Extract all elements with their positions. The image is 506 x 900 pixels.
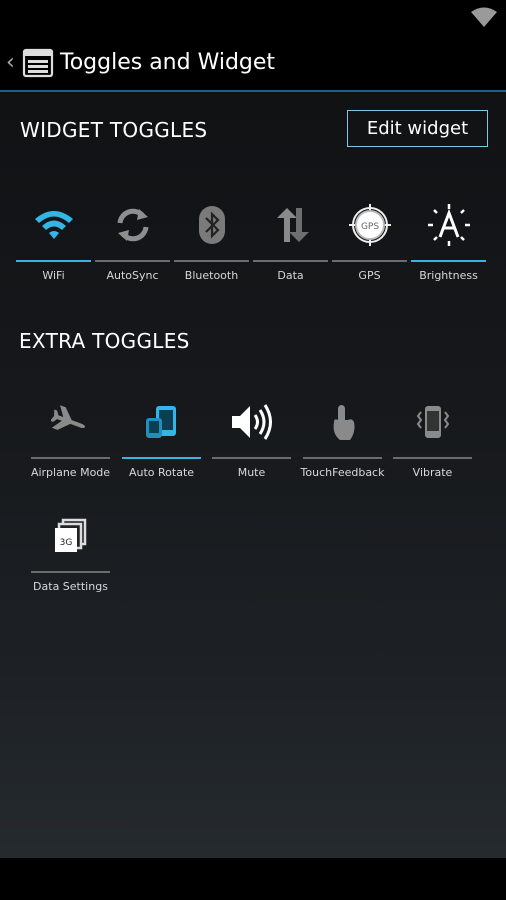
- gps-icon-text: GPS: [360, 222, 378, 232]
- speaker-icon: [212, 400, 291, 444]
- back-chevron-icon[interactable]: ‹: [6, 50, 15, 75]
- toggle-wifi[interactable]: WiFi: [16, 200, 91, 282]
- toggle-label: Auto Rotate: [128, 466, 195, 479]
- wifi-status-icon: [470, 6, 498, 32]
- navigation-bar: [0, 858, 506, 900]
- brightness-icon: [411, 204, 486, 246]
- edit-widget-button[interactable]: Edit widget: [347, 110, 488, 147]
- toggle-label: Data: [277, 269, 304, 282]
- toggle-auto-rotate[interactable]: Auto Rotate: [122, 396, 201, 479]
- toggle-indicator: [212, 457, 291, 459]
- toggle-indicator: [31, 571, 110, 573]
- toggle-gps[interactable]: GPS GPS: [332, 200, 407, 282]
- toggle-brightness[interactable]: Brightness: [411, 200, 486, 282]
- toggle-label: Airplane Mode: [30, 466, 111, 479]
- airplane-icon: [31, 400, 110, 444]
- touch-icon: [303, 400, 382, 444]
- toggle-label: TouchFeedback: [300, 466, 385, 479]
- toggle-bluetooth[interactable]: Bluetooth: [174, 200, 249, 282]
- app-icon[interactable]: [22, 47, 54, 83]
- widget-toggles-heading: WIDGET TOGGLES: [20, 118, 208, 142]
- toggle-label: Bluetooth: [184, 269, 239, 282]
- toggle-label: Mute: [237, 466, 266, 479]
- page-title: Toggles and Widget: [60, 50, 276, 75]
- toggle-indicator: [16, 260, 91, 262]
- toggle-indicator: [393, 457, 472, 459]
- toggle-mute[interactable]: Mute: [212, 396, 291, 479]
- 3g-icon-text: 3G: [59, 538, 72, 548]
- toggle-indicator: [411, 260, 486, 262]
- toggle-indicator: [303, 457, 382, 459]
- toggle-airplane-mode[interactable]: Airplane Mode: [31, 396, 110, 479]
- gps-icon: GPS: [332, 204, 407, 246]
- toggle-label: Vibrate: [412, 466, 453, 479]
- toggle-label: Data Settings: [33, 580, 108, 593]
- bluetooth-icon: [174, 204, 249, 246]
- toggle-indicator: [31, 457, 110, 459]
- data-arrows-icon: [253, 204, 328, 246]
- toggle-indicator: [174, 260, 249, 262]
- main-content: WIDGET TOGGLES Edit widget WiFi AutoSync: [0, 92, 506, 858]
- toggle-autosync[interactable]: AutoSync: [95, 200, 170, 282]
- vibrate-icon: [393, 400, 472, 444]
- toggle-indicator: [332, 260, 407, 262]
- toggle-label: AutoSync: [106, 269, 159, 282]
- data-settings-icon: 3G: [31, 514, 110, 558]
- toggle-data[interactable]: Data: [253, 200, 328, 282]
- toggle-vibrate[interactable]: Vibrate: [393, 396, 472, 479]
- toggle-indicator: [253, 260, 328, 262]
- toggle-touchfeedback[interactable]: TouchFeedback: [301, 396, 384, 479]
- toggle-label: WiFi: [42, 269, 65, 282]
- extra-toggles-heading: EXTRA TOGGLES: [19, 329, 190, 353]
- toggle-label: Brightness: [419, 269, 478, 282]
- toggle-indicator: [122, 457, 201, 459]
- wifi-icon: [16, 204, 91, 246]
- toggle-data-settings[interactable]: 3G Data Settings: [31, 510, 110, 593]
- toggle-indicator: [95, 260, 170, 262]
- sync-icon: [95, 204, 170, 246]
- auto-rotate-icon: [122, 400, 201, 444]
- action-bar: ‹ Toggles and Widget: [0, 38, 506, 90]
- toggle-label: GPS: [358, 269, 381, 282]
- status-bar: [0, 0, 506, 38]
